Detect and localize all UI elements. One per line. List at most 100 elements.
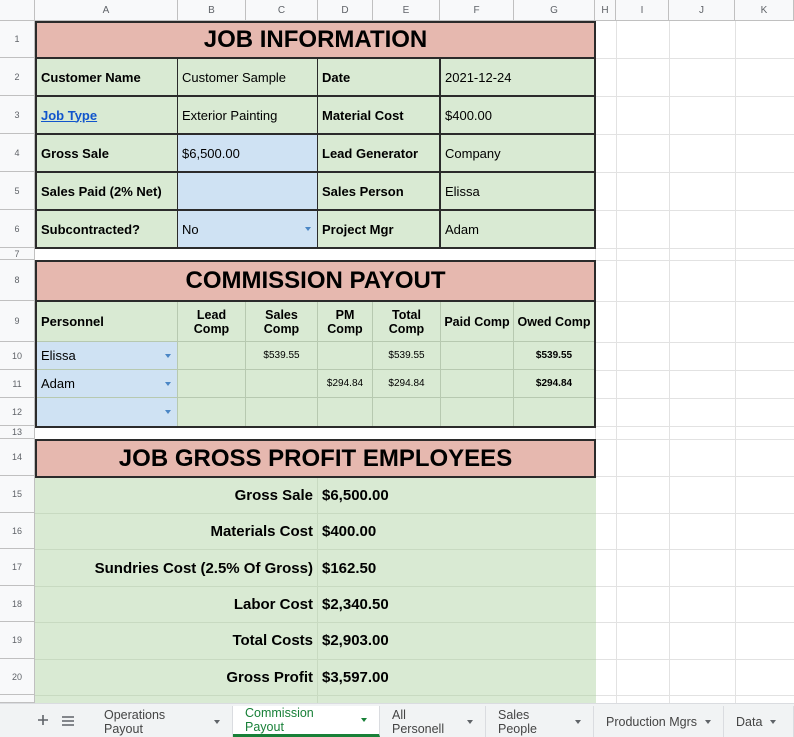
sales-comp-header[interactable]: Sales Comp (246, 302, 317, 341)
row-header-2[interactable]: 2 (0, 58, 35, 96)
total-comp-cell[interactable]: $294.84 (373, 370, 440, 397)
gp-gross-profit-label[interactable]: Gross Profit (37, 659, 317, 695)
row-header-15[interactable]: 15 (0, 476, 35, 513)
column-header-g[interactable]: G (514, 0, 595, 21)
total-comp-header[interactable]: Total Comp (373, 302, 440, 341)
lead-generator-value[interactable]: Company (441, 135, 594, 171)
row-header-1[interactable]: 1 (0, 21, 35, 58)
plus-icon[interactable] (36, 713, 50, 727)
gp-labor-cost-value[interactable]: $2,340.50 (318, 586, 594, 622)
date-value[interactable]: 2021-12-24 (441, 59, 594, 95)
lead-generator-label[interactable]: Lead Generator (318, 135, 439, 171)
pm-comp-header[interactable]: PM Comp (318, 302, 372, 341)
row-header-9[interactable]: 9 (0, 301, 35, 342)
dropdown-arrow-icon[interactable] (165, 382, 171, 386)
gp-materials-cost-value[interactable]: $400.00 (318, 513, 594, 549)
gp-total-costs-label[interactable]: Total Costs (37, 622, 317, 659)
project-mgr-value[interactable]: Adam (441, 211, 594, 247)
column-header-d[interactable]: D (318, 0, 373, 21)
gp-labor-cost-label[interactable]: Labor Cost (37, 586, 317, 622)
row-header-13[interactable]: 13 (0, 426, 35, 439)
customer-name-label[interactable]: Customer Name (37, 59, 177, 95)
tab-all-personell[interactable]: All Personell (380, 706, 486, 737)
personnel-dropdown[interactable]: Adam (37, 370, 177, 397)
total-comp-cell[interactable]: $539.55 (373, 342, 440, 369)
row-header-6[interactable]: 6 (0, 210, 35, 248)
gp-materials-cost-label[interactable]: Materials Cost (37, 513, 317, 549)
menu-icon[interactable] (61, 714, 75, 726)
row-header-7[interactable]: 7 (0, 248, 35, 260)
customer-name-value[interactable]: Customer Sample (178, 59, 317, 95)
row-header-11[interactable]: 11 (0, 370, 35, 398)
row-header-4[interactable]: 4 (0, 134, 35, 172)
row-header-5[interactable]: 5 (0, 172, 35, 210)
lead-comp-cell[interactable] (178, 370, 245, 397)
owed-comp-header[interactable]: Owed Comp (514, 302, 594, 341)
personnel-dropdown[interactable] (37, 398, 177, 426)
owed-comp-cell[interactable]: $294.84 (514, 370, 594, 397)
date-label[interactable]: Date (318, 59, 439, 95)
sales-comp-cell[interactable] (246, 370, 317, 397)
subcontracted-dropdown[interactable]: No (178, 211, 317, 247)
gp-total-costs-value[interactable]: $2,903.00 (318, 622, 594, 659)
sales-person-label[interactable]: Sales Person (318, 173, 439, 209)
subcontracted-label[interactable]: Subcontracted? (37, 211, 177, 247)
commission-title[interactable]: COMMISSION PAYOUT (37, 262, 594, 300)
row-header-3[interactable]: 3 (0, 96, 35, 134)
paid-comp-cell[interactable] (441, 370, 513, 397)
project-mgr-label[interactable]: Project Mgr (318, 211, 439, 247)
sales-paid-input[interactable] (178, 173, 317, 209)
select-all-corner[interactable] (0, 0, 35, 21)
sales-comp-cell[interactable]: $539.55 (246, 342, 317, 369)
gross-sale-label[interactable]: Gross Sale (37, 135, 177, 171)
sales-paid-label[interactable]: Sales Paid (2% Net) (37, 173, 177, 209)
row-header-10[interactable]: 10 (0, 342, 35, 370)
column-header-k[interactable]: K (735, 0, 794, 21)
gp-gross-sale-value[interactable]: $6,500.00 (318, 477, 594, 513)
tab-commission-payout[interactable]: Commission Payout (233, 706, 380, 737)
gp-sundries-cost-label[interactable]: Sundries Cost (2.5% Of Gross) (37, 550, 317, 586)
material-cost-label[interactable]: Material Cost (318, 97, 439, 133)
gross-profit-title[interactable]: JOB GROSS PROFIT EMPLOYEES (37, 441, 594, 476)
row-header-8[interactable]: 8 (0, 260, 35, 301)
row-header-20[interactable]: 20 (0, 659, 35, 695)
column-header-f[interactable]: F (440, 0, 514, 21)
owed-comp-cell[interactable]: $539.55 (514, 342, 594, 369)
job-info-title[interactable]: JOB INFORMATION (37, 23, 594, 57)
row-header-19[interactable]: 19 (0, 622, 35, 659)
personnel-dropdown[interactable]: Elissa (37, 342, 177, 369)
gross-sale-input[interactable]: $6,500.00 (178, 135, 317, 171)
tab-sales-people[interactable]: Sales People (486, 706, 594, 737)
personnel-header[interactable]: Personnel (37, 302, 177, 341)
tab-production-mgrs[interactable]: Production Mgrs (594, 706, 724, 737)
column-header-a[interactable]: A (35, 0, 178, 21)
lead-comp-header[interactable]: Lead Comp (178, 302, 245, 341)
row-header-12[interactable]: 12 (0, 398, 35, 426)
tab-operations-payout[interactable]: Operations Payout (92, 706, 233, 737)
dropdown-arrow-icon[interactable] (165, 410, 171, 414)
gp-gross-profit-value[interactable]: $3,597.00 (318, 659, 594, 695)
column-header-e[interactable]: E (373, 0, 440, 21)
column-header-c[interactable]: C (246, 0, 318, 21)
row-header-17[interactable]: 17 (0, 549, 35, 586)
column-header-b[interactable]: B (178, 0, 246, 21)
row-header-14[interactable]: 14 (0, 439, 35, 476)
column-header-h[interactable]: H (595, 0, 616, 21)
row-header-18[interactable]: 18 (0, 586, 35, 622)
lead-comp-cell[interactable] (178, 342, 245, 369)
pm-comp-cell[interactable] (318, 342, 372, 369)
job-type-value[interactable]: Exterior Painting (178, 97, 317, 133)
tab-data[interactable]: Data (724, 706, 794, 737)
dropdown-arrow-icon[interactable] (305, 227, 311, 231)
paid-comp-cell[interactable] (441, 342, 513, 369)
pm-comp-cell[interactable]: $294.84 (318, 370, 372, 397)
column-header-j[interactable]: J (669, 0, 735, 21)
row-header-16[interactable]: 16 (0, 513, 35, 549)
paid-comp-header[interactable]: Paid Comp (441, 302, 513, 341)
job-type-link[interactable]: Job Type (37, 97, 177, 133)
gp-gross-sale-label[interactable]: Gross Sale (37, 477, 317, 513)
dropdown-arrow-icon[interactable] (165, 354, 171, 358)
gp-sundries-cost-value[interactable]: $162.50 (318, 550, 594, 586)
column-header-i[interactable]: I (616, 0, 669, 21)
material-cost-value[interactable]: $400.00 (441, 97, 594, 133)
